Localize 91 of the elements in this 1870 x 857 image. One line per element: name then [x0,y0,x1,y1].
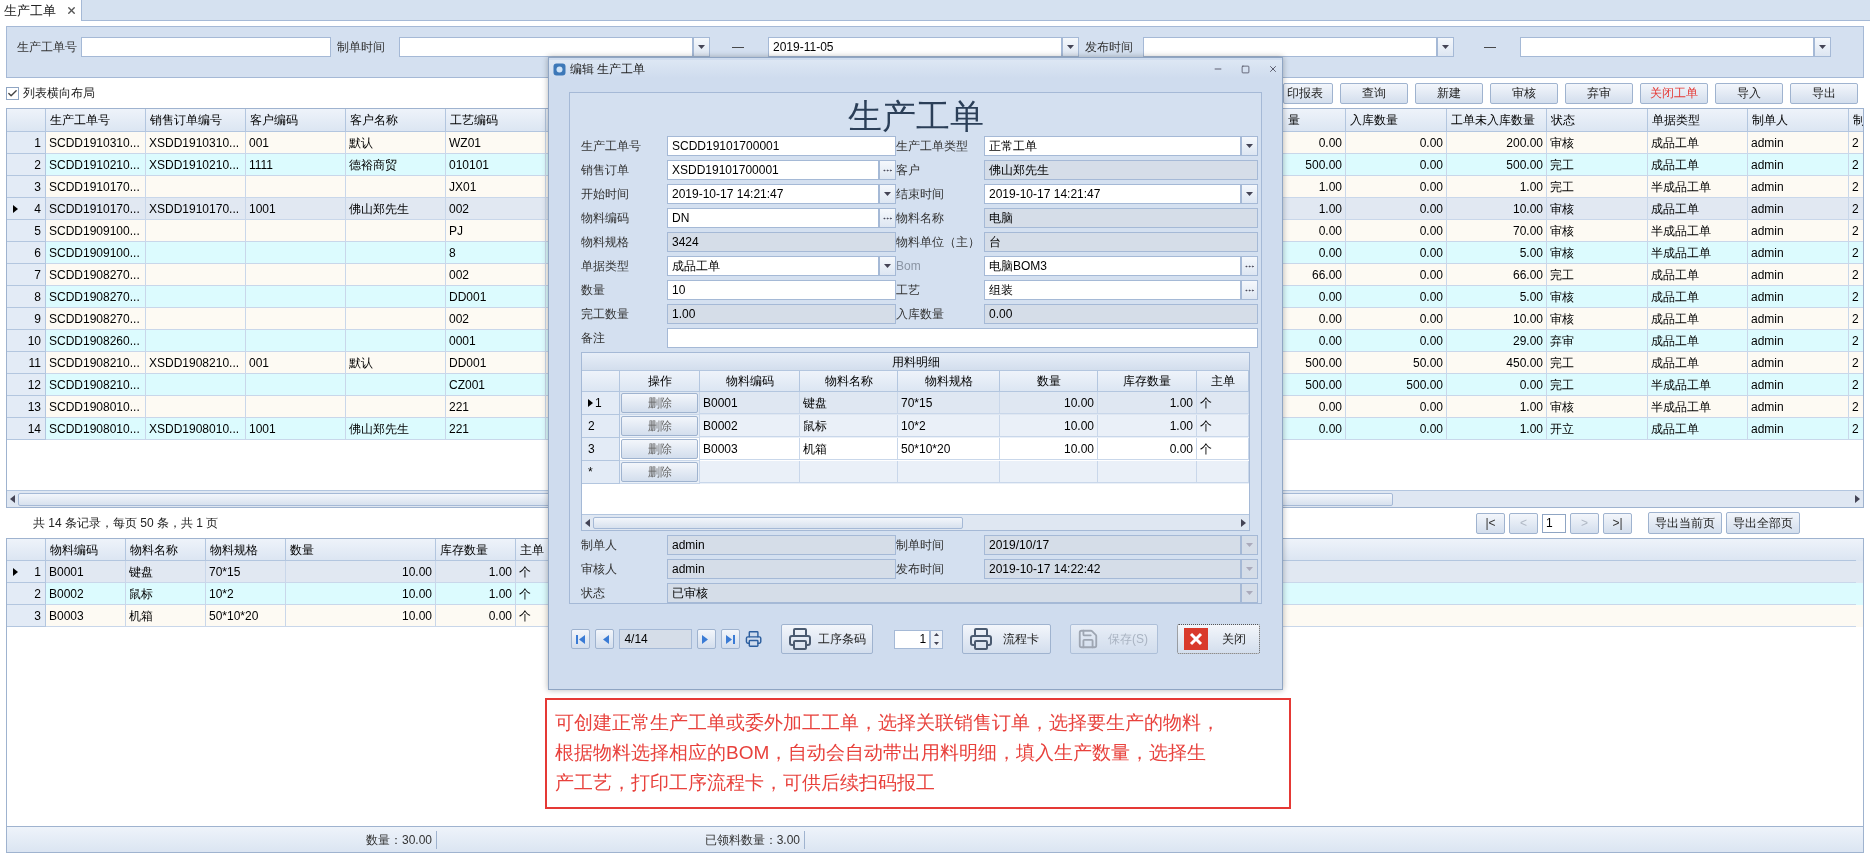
table-cell: B0003 [700,438,800,460]
filter-label: 发布时间 [1085,39,1133,56]
filter-label: 生产工单号 [17,39,77,56]
field-label: 完工数量 [581,306,630,323]
table-cell: 10.00 [286,605,436,627]
field-label: 物料名称 [896,210,945,227]
table-cell: 1.00 [1098,392,1197,414]
field-label: 审核人 [581,561,618,578]
table-cell: 50*10*20 [206,605,286,627]
annotation-note: 可创建正常生产工单或委外加工工单，选择关联销售订单，选择要生产的物料， 根据物料选择相应的BOM，自动会自动带出用料明细，填入生产数量，选择生 产工艺，打印工序流程卡，可供后续扫码报工 [545,698,1291,809]
table-cell: 0.00 [1098,438,1197,460]
row-number: 13 [27,398,41,416]
table-cell: 个 [1197,438,1249,460]
field-label: 工艺 [896,282,921,299]
table-cell: 佛山郑先生 [346,418,446,440]
table-cell: 个 [1197,415,1249,437]
table-cell: 鼠标 [800,415,898,437]
field-label: 入库数量 [896,306,945,323]
field-label: 物料规格 [581,234,630,251]
row-number: 5 [34,222,41,240]
table-cell: 键盘 [800,392,898,414]
row-number: 6 [34,244,41,262]
grid-title: 用料明细 [582,353,1249,371]
table-cell: 机箱 [800,438,898,460]
row-number: 2 [34,585,41,603]
table-cell: 10.00 [1000,392,1098,414]
row-number: 10 [27,332,41,350]
row-number: 1 [34,134,41,152]
field-label: 物料编码 [581,210,630,227]
checkbox-label: 列表横向布局 [23,85,95,102]
table-cell: 0.00 [436,605,516,627]
table-cell: SCDD1908010... [46,418,146,440]
row-number: 12 [27,376,41,394]
total-text: 已领料数量：3.00 [437,830,805,849]
row-number: 7 [34,266,41,284]
range-dash: — [1484,39,1496,56]
total-text: 数量：30.00 [7,830,437,849]
field-label: 制单时间 [896,537,945,554]
window-title: 编辑 生产工单 [570,61,646,78]
field-label: 销售订单 [581,162,630,179]
field-label: 客户 [896,162,921,179]
table-cell: B0003 [46,605,126,627]
row-number: 4 [34,200,41,218]
row-number: 3 [34,607,41,625]
field-label: 生产工单号 [581,138,642,155]
record-position: 4/14 [619,629,692,649]
table-cell: 0.00 [1284,418,1346,440]
row-number: 1 [34,563,41,581]
table-cell: 221 [446,418,546,440]
field-label: Bom [896,258,922,275]
table-cell: 0.00 [1346,418,1447,440]
row-number: 2 [34,156,41,174]
table-cell: 开立 [1547,418,1648,440]
table-cell: 1.00 [1447,418,1547,440]
field-label: 备注 [581,330,606,347]
table-cell: 个 [1197,392,1249,414]
row-number: 8 [34,288,41,306]
table-cell: 1.00 [1098,415,1197,437]
table-cell: 成品工单 [1648,418,1748,440]
range-dash: — [732,39,744,56]
field-label: 开始时间 [581,186,630,203]
field-label: 单据类型 [581,258,630,275]
table-cell: XSDD1908010... [146,418,246,440]
field-label: 结束时间 [896,186,945,203]
field-label: 数量 [581,282,606,299]
row-number: 3 [34,178,41,196]
row-number: 9 [34,310,41,328]
table-cell: 10*2 [898,415,1000,437]
table-cell: 机箱 [126,605,206,627]
row-number: 11 [28,354,41,372]
row-number: 2 [588,418,595,435]
row-number: * [588,464,593,481]
field-label: 制单人 [581,537,618,554]
row-number: 1 [595,395,602,412]
record-summary: 共 14 条记录，每页 50 条，共 1 页 [33,515,219,532]
table-cell: B0002 [700,415,800,437]
table-cell: 10.00 [1000,415,1098,437]
table-cell: 50*10*20 [898,438,1000,460]
table-cell: 10.00 [1000,438,1098,460]
field-label: 发布时间 [896,561,945,578]
field-label: 状态 [581,585,606,602]
field-label: 物料单位（主） [896,234,981,251]
table-cell: admin [1748,418,1849,440]
row-number: 3 [588,441,595,458]
table-cell: B0001 [700,392,800,414]
table-cell: 1001 [246,418,346,440]
table-cell: 70*15 [898,392,1000,414]
filter-label: 制单时间 [337,39,385,56]
table-cell: 2 [1849,418,1863,440]
row-number: 14 [27,420,41,438]
field-label: 生产工单类型 [896,138,969,155]
